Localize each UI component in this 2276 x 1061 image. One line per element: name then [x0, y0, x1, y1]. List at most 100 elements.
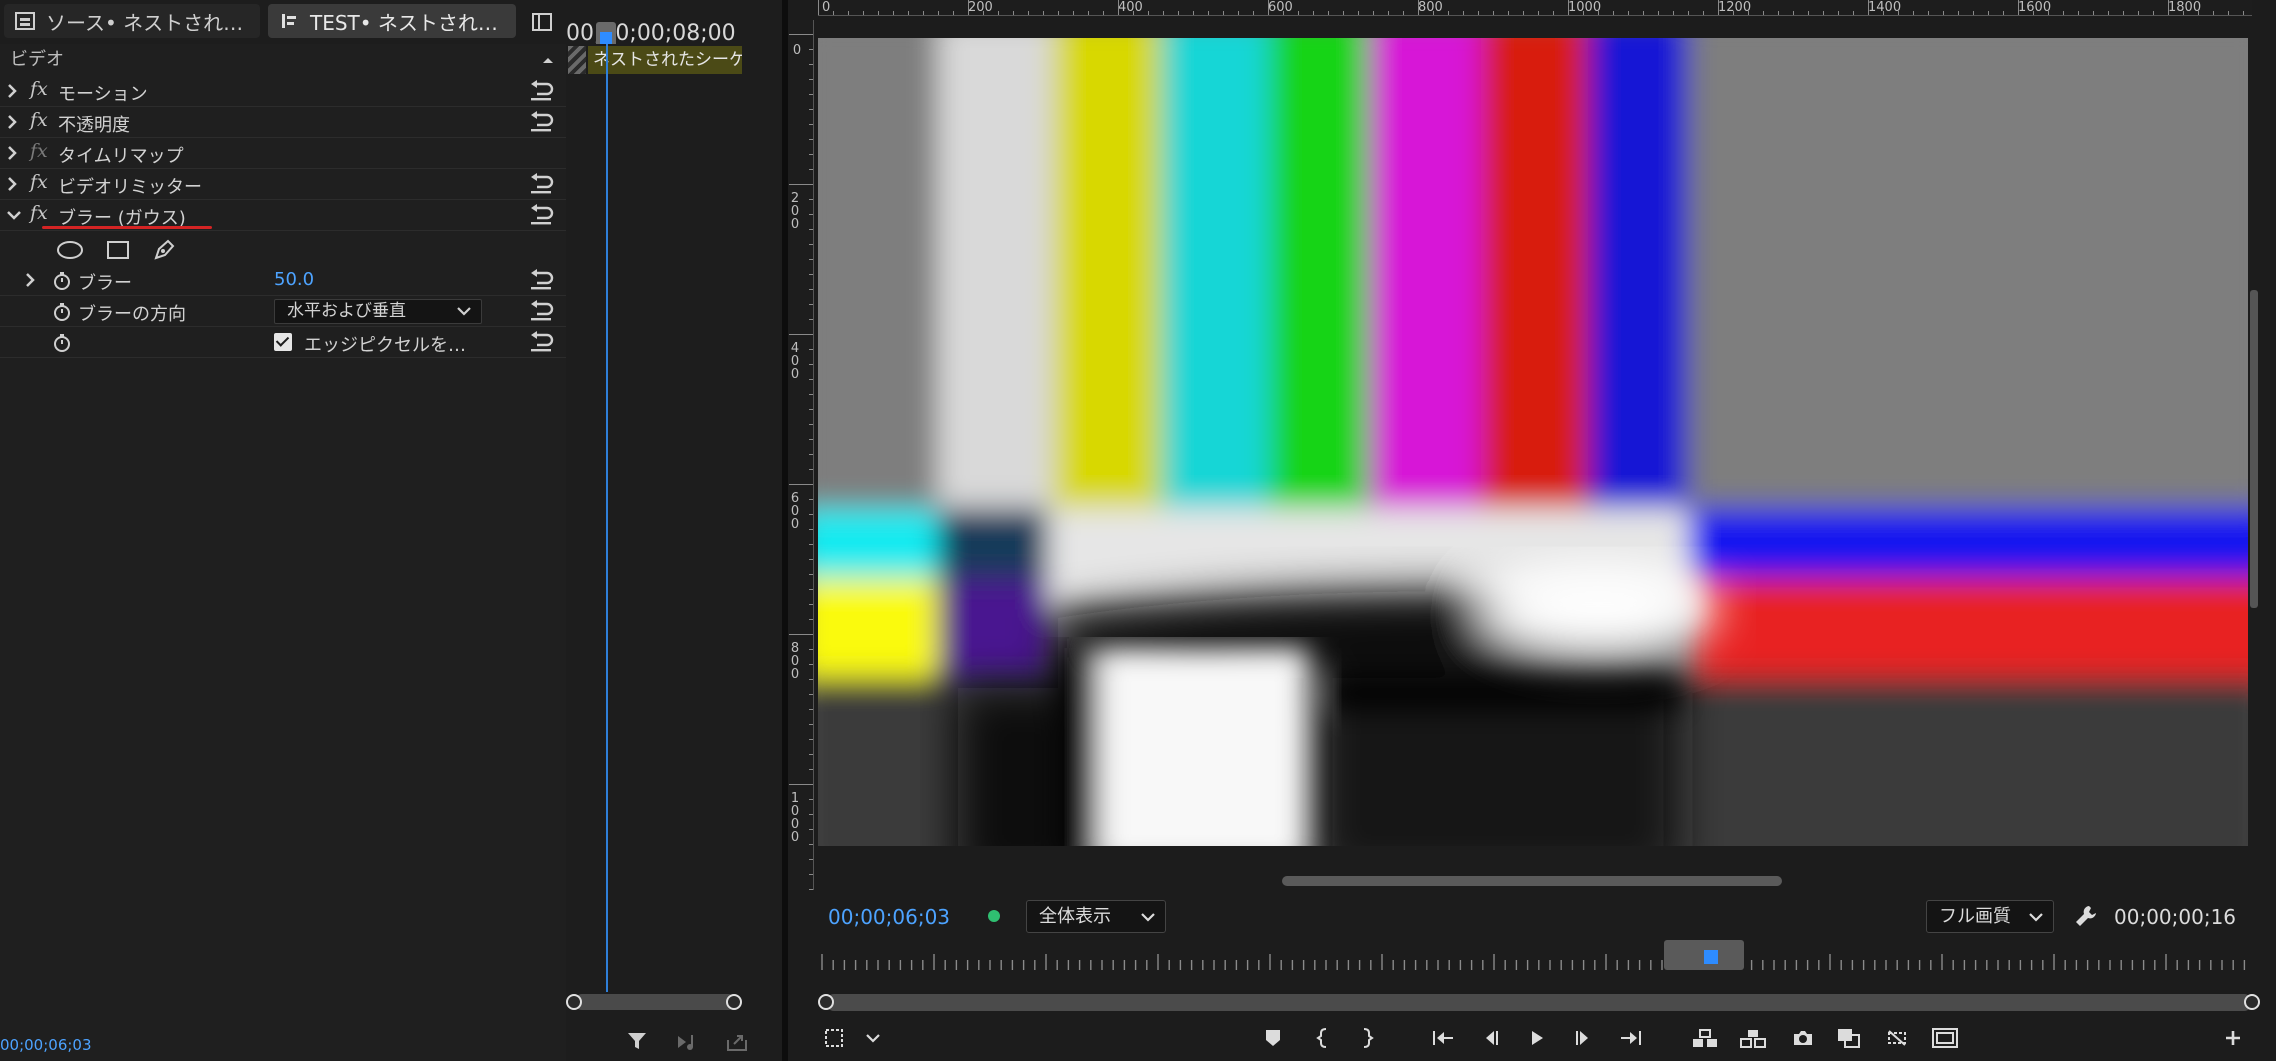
program-current-timecode[interactable]: 00;00;06;03: [828, 905, 950, 929]
go-to-out-button[interactable]: [1614, 1022, 1648, 1054]
chevron-right-icon[interactable]: [6, 175, 18, 193]
program-playhead[interactable]: [1704, 950, 1718, 964]
extract-icon: [1740, 1030, 1766, 1048]
zoom-scrollbar[interactable]: [826, 994, 2252, 1011]
chevron-right-icon[interactable]: [6, 82, 18, 100]
ruler-tick: [1838, 11, 1839, 15]
export-icon[interactable]: [726, 1032, 748, 1052]
blur-direction-select[interactable]: 水平および垂直: [274, 299, 482, 324]
mark-in-button[interactable]: [1306, 1022, 1340, 1054]
ruler-tick: [1793, 11, 1794, 15]
comparison-view-button[interactable]: [1832, 1022, 1866, 1054]
ruler-tick: [809, 469, 813, 470]
lift-button[interactable]: [1688, 1022, 1722, 1054]
ruler-tick: [809, 649, 813, 650]
ruler-tick: [809, 874, 813, 875]
step-forward-button[interactable]: [1566, 1022, 1600, 1054]
mini-playhead[interactable]: [596, 22, 616, 44]
ruler-tick: [998, 11, 999, 15]
ruler-tick: [1388, 11, 1389, 15]
section-video-header: ビデオ: [0, 46, 566, 74]
zoom-scroll-start-handle[interactable]: [818, 994, 834, 1010]
play-button[interactable]: [1520, 1022, 1554, 1054]
select-zoom-button[interactable]: [818, 1022, 852, 1054]
blurriness-value[interactable]: 50.0: [274, 269, 314, 290]
ruler-tick: [2108, 11, 2109, 15]
horizontal-scrollbar[interactable]: [1282, 876, 1782, 886]
ruler-tick: [809, 709, 813, 710]
reset-icon[interactable]: [528, 300, 554, 322]
reset-icon[interactable]: [528, 269, 554, 291]
reset-icon[interactable]: [528, 80, 554, 102]
button-editor-button[interactable]: [2216, 1022, 2250, 1054]
time-ruler-ticks[interactable]: [818, 950, 2252, 972]
blur-direction-value: 水平および垂直: [287, 301, 406, 321]
mask-tools: [56, 238, 176, 262]
ruler-tick: [789, 184, 813, 185]
ruler-tick: [2138, 11, 2139, 15]
step-back-button[interactable]: [1474, 1022, 1508, 1054]
mini-timeline-scrollbar[interactable]: [574, 994, 736, 1010]
mini-timeline-clip[interactable]: ネストされたシーケ: [588, 46, 742, 74]
wrench-icon[interactable]: [2074, 904, 2098, 928]
ruler-tick: [809, 259, 813, 260]
program-video-frame[interactable]: [818, 38, 2248, 846]
chevron-right-icon[interactable]: [6, 113, 18, 131]
tab-source[interactable]: ソース• ネストされ…: [4, 4, 260, 38]
ruler-tick: [908, 11, 909, 15]
tab-effect-controls[interactable]: TEST• ネストされ…: [268, 4, 516, 38]
stopwatch-icon[interactable]: [52, 302, 72, 322]
pen-mask-icon[interactable]: [152, 238, 176, 262]
filter-icon[interactable]: [626, 1030, 648, 1052]
ruler-tick: [809, 559, 813, 560]
go-to-in-button[interactable]: [1426, 1022, 1460, 1054]
stopwatch-icon[interactable]: [52, 333, 72, 353]
selection-dropdown-button[interactable]: [856, 1022, 890, 1054]
play-audio-icon[interactable]: [676, 1032, 700, 1052]
zoom-scroll-end-handle[interactable]: [2244, 994, 2260, 1010]
ruler-tick: [809, 274, 813, 275]
ruler-tick: [2033, 11, 2034, 15]
effect-label: ビデオリミッター: [58, 177, 202, 198]
chevron-right-icon[interactable]: [6, 144, 18, 162]
reset-icon[interactable]: [528, 204, 554, 226]
ruler-tick: [809, 199, 813, 200]
add-marker-button[interactable]: [1256, 1022, 1290, 1054]
rectangle-mask-icon[interactable]: [106, 240, 130, 260]
ruler-tick: [809, 139, 813, 140]
chevron-right-icon[interactable]: [24, 271, 36, 289]
collapse-up-icon[interactable]: [542, 56, 554, 64]
reset-icon[interactable]: [528, 111, 554, 133]
export-frame-button[interactable]: [1786, 1022, 1820, 1054]
panel-layout-icon[interactable]: [532, 12, 552, 32]
zoom-select[interactable]: 全体表示: [1026, 900, 1166, 933]
ellipse-mask-icon[interactable]: [56, 240, 84, 260]
vertical-scrollbar[interactable]: [2250, 290, 2258, 608]
mini-scroll-end-handle[interactable]: [726, 994, 742, 1010]
ruler-x-label: 1200: [1718, 0, 1752, 15]
extract-button[interactable]: [1736, 1022, 1770, 1054]
playback-resolution-select[interactable]: フル画質: [1926, 900, 2054, 933]
chevron-down-icon[interactable]: [6, 206, 22, 224]
ruler-tick: [1988, 11, 1989, 15]
ruler-tick: [1613, 11, 1614, 15]
repeat-edge-checkbox[interactable]: [274, 333, 292, 351]
stopwatch-icon[interactable]: [52, 271, 72, 291]
reset-icon[interactable]: [528, 331, 554, 353]
ruler-tick: [1703, 11, 1704, 15]
mark-out-button[interactable]: [1350, 1022, 1384, 1054]
status-dot: [988, 910, 1000, 922]
multi-camera-button[interactable]: [1880, 1022, 1914, 1054]
ruler-tick: [809, 859, 813, 860]
ruler-tick: [1403, 11, 1404, 15]
mini-scroll-start-handle[interactable]: [566, 994, 582, 1010]
ruler-tick: [2003, 11, 2004, 15]
reset-icon[interactable]: [528, 173, 554, 195]
ruler-tick: [1508, 11, 1509, 15]
ruler-tick: [1073, 11, 1074, 15]
safe-margins-button[interactable]: [1928, 1022, 1962, 1054]
zoom-value: 全体表示: [1039, 906, 1111, 927]
effect-mini-timeline: [566, 0, 745, 1061]
effect-controls-timecode[interactable]: 00;00;06;03: [0, 1036, 92, 1054]
ruler-tick: [809, 439, 813, 440]
